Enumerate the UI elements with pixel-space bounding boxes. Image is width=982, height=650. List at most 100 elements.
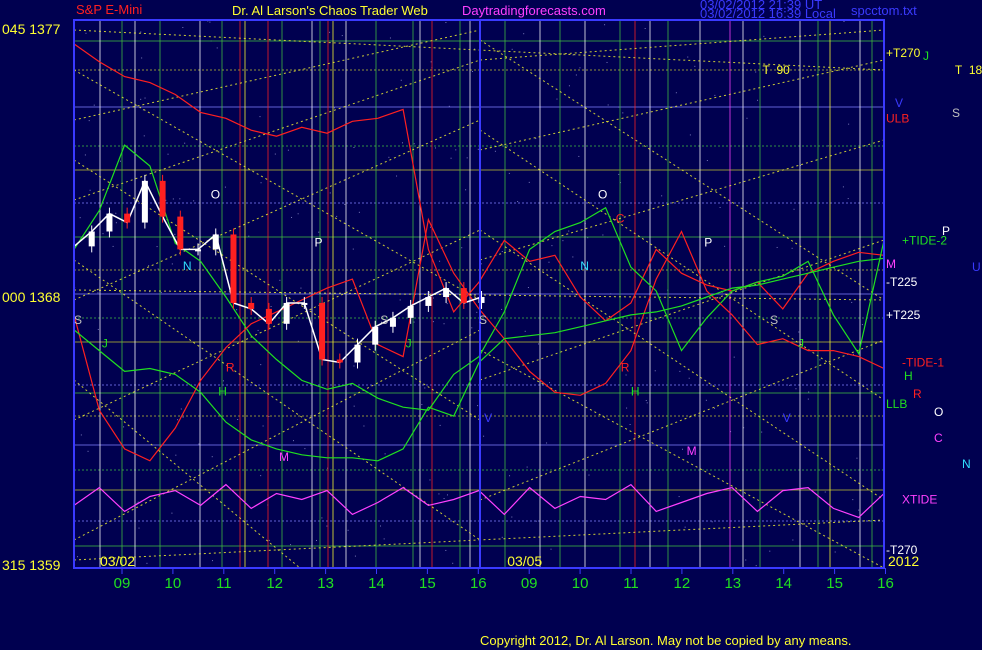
- star-dot: [179, 198, 181, 200]
- star-dot: [517, 201, 519, 203]
- x-tick-label: 15: [419, 575, 436, 592]
- star-dot: [388, 156, 390, 158]
- star-dot: [445, 22, 447, 24]
- star-dot: [508, 172, 510, 174]
- planet-mark: S: [770, 313, 778, 327]
- x-tick-label: 14: [775, 575, 792, 592]
- star-dot: [654, 370, 656, 372]
- candle-body: [212, 234, 219, 250]
- star-dot: [354, 555, 356, 557]
- star-dot: [182, 416, 184, 418]
- planet-mark: J: [798, 337, 804, 351]
- star-dot: [344, 203, 346, 205]
- star-dot: [321, 517, 323, 519]
- star-dot: [212, 560, 214, 562]
- candle-body: [372, 326, 379, 345]
- star-dot: [757, 99, 759, 101]
- planet-mark: P: [704, 235, 712, 249]
- tide-label: +TIDE-2: [902, 233, 947, 247]
- star-dot: [549, 382, 551, 384]
- star-dot: [148, 265, 150, 267]
- star-dot: [270, 306, 272, 308]
- star-dot: [769, 550, 771, 552]
- star-dot: [389, 37, 391, 39]
- star-dot: [144, 97, 146, 99]
- star-dot: [461, 247, 463, 249]
- star-dot: [268, 539, 270, 541]
- star-dot: [527, 287, 529, 289]
- star-dot: [745, 559, 747, 561]
- star-dot: [501, 308, 503, 310]
- planet-mark: H: [631, 384, 640, 398]
- star-dot: [421, 404, 423, 406]
- star-dot: [171, 263, 173, 265]
- star-dot: [755, 71, 757, 73]
- candle-body: [283, 302, 290, 324]
- star-dot: [77, 556, 79, 558]
- star-dot: [551, 245, 553, 247]
- star-dot: [509, 475, 511, 477]
- star-dot: [578, 155, 580, 157]
- planet-mark: S: [380, 313, 388, 327]
- header-site: Daytradingforecasts.com: [462, 3, 606, 18]
- x-tick-label: 11: [623, 575, 639, 592]
- star-dot: [326, 525, 328, 527]
- star-dot: [851, 301, 853, 303]
- planet-legend-item: S: [952, 106, 960, 120]
- header-title: Dr. Al Larson's Chaos Trader Web: [232, 3, 428, 18]
- tide-label: -T270: [886, 543, 918, 557]
- planet-mark: N: [580, 259, 589, 273]
- star-dot: [146, 562, 148, 564]
- planet-legend-item: H: [904, 369, 913, 383]
- star-dot: [115, 222, 117, 224]
- star-dot: [304, 448, 306, 450]
- star-dot: [689, 134, 691, 136]
- star-dot: [87, 450, 89, 452]
- star-dot: [694, 65, 696, 67]
- star-dot: [434, 147, 436, 149]
- candle-body: [159, 180, 166, 217]
- star-dot: [172, 198, 174, 200]
- planet-mark: M: [687, 444, 697, 458]
- star-dot: [428, 291, 430, 293]
- star-dot: [572, 256, 574, 258]
- star-dot: [604, 24, 606, 26]
- planet-mark: V: [484, 411, 492, 425]
- planet-mark: O: [211, 188, 220, 202]
- star-dot: [257, 329, 259, 331]
- star-dot: [501, 536, 503, 538]
- star-dot: [400, 79, 402, 81]
- star-dot: [526, 466, 528, 468]
- star-dot: [684, 526, 686, 528]
- star-dot: [524, 330, 526, 332]
- candle-body: [460, 288, 467, 303]
- star-dot: [143, 135, 145, 137]
- star-dot: [115, 212, 117, 214]
- star-dot: [724, 245, 726, 247]
- star-dot: [262, 425, 264, 427]
- y-tick-label: 045 1377: [2, 21, 61, 37]
- planet-mark: O: [598, 188, 607, 202]
- candle-body: [407, 305, 414, 318]
- star-dot: [714, 94, 716, 96]
- star-dot: [222, 380, 224, 382]
- star-dot: [625, 374, 627, 376]
- star-dot: [259, 116, 261, 118]
- star-dot: [645, 400, 647, 402]
- star-dot: [763, 35, 765, 37]
- planet-mark: N: [183, 259, 192, 273]
- star-dot: [432, 321, 434, 323]
- star-dot: [546, 442, 548, 444]
- x-tick-label: 16: [877, 575, 894, 592]
- star-dot: [174, 233, 176, 235]
- star-dot: [193, 200, 195, 202]
- star-dot: [465, 189, 467, 191]
- x-tick-label: 09: [521, 575, 538, 592]
- tide-label: XTIDE: [902, 492, 937, 506]
- star-dot: [446, 303, 448, 305]
- x-tick-label: 11: [216, 575, 232, 592]
- star-dot: [476, 311, 478, 313]
- planet-mark: V: [783, 411, 791, 425]
- header-stamp-local: 03/02/2012 16:39 Local: [700, 6, 836, 21]
- x-tick-label: 15: [826, 575, 843, 592]
